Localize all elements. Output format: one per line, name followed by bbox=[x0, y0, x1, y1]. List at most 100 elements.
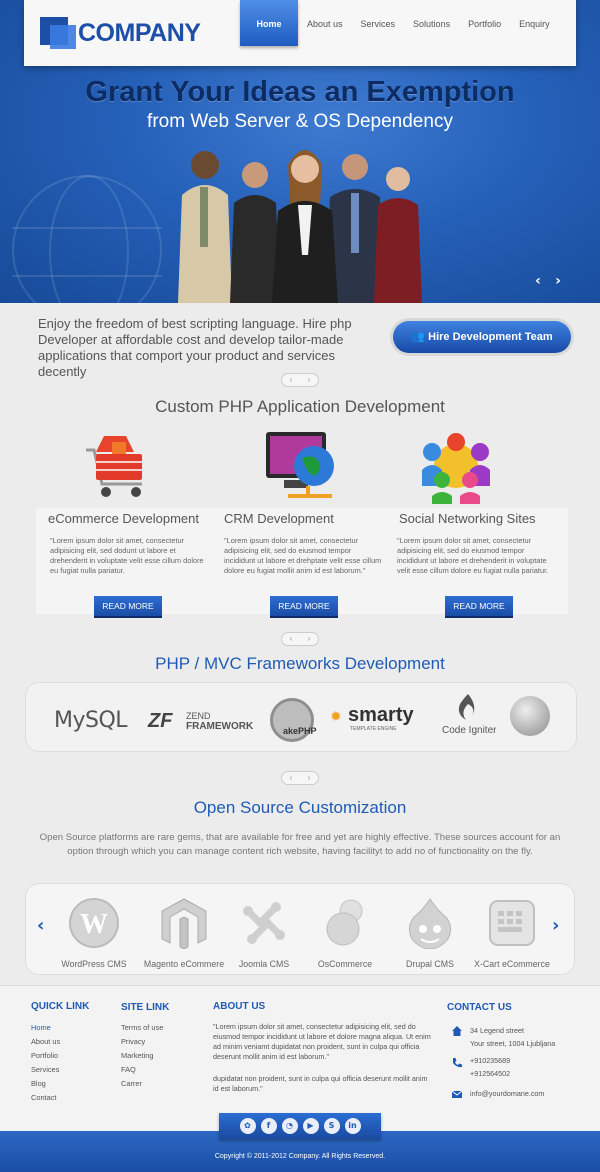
footer-link-portfolio[interactable]: Portfolio bbox=[31, 1051, 60, 1065]
globe-icon bbox=[12, 175, 162, 303]
read-more-button-social[interactable]: READ MORE bbox=[445, 596, 513, 616]
phone-icon bbox=[453, 1058, 462, 1068]
contact-email[interactable]: info@yourdomane.com bbox=[470, 1087, 544, 1100]
rss-icon[interactable]: ◔ bbox=[281, 1118, 298, 1134]
slider-prev-icon[interactable]: ‹ bbox=[530, 273, 546, 289]
os-label-drupal: Drupal CMS bbox=[406, 959, 454, 969]
footer-link-services[interactable]: Services bbox=[31, 1065, 60, 1079]
os-item-xcart[interactable]: X-Cart eCommerce bbox=[467, 897, 557, 969]
nav-portfolio[interactable]: Portfolio bbox=[459, 0, 510, 46]
linkedin-icon[interactable]: in bbox=[344, 1118, 361, 1134]
contact-phone2: +912564502 bbox=[470, 1069, 511, 1078]
cakephp-logo-text: akePHP bbox=[283, 726, 317, 736]
footer-link-contact[interactable]: Contact bbox=[31, 1093, 60, 1107]
footer-link-about[interactable]: About us bbox=[31, 1037, 60, 1051]
home-icon bbox=[452, 1026, 462, 1036]
hero-title: Grant Your Ideas an Exemption bbox=[85, 76, 515, 108]
business-team-image bbox=[178, 150, 422, 303]
youtube-icon[interactable]: ▶ bbox=[302, 1118, 319, 1134]
site-header: COMPANY Home About us Services Solutions… bbox=[24, 0, 576, 66]
company-logo[interactable]: COMPANY bbox=[40, 17, 220, 49]
smarty-logo-sub: TEMPLATE ENGINE bbox=[350, 726, 397, 732]
custom-php-title: Custom PHP Application Development bbox=[155, 397, 445, 416]
footer-about-p2: dupidatat non proident, sunt in culpa qu… bbox=[213, 1074, 428, 1093]
hero-subtitle: from Web Server & OS Dependency bbox=[147, 111, 453, 132]
hire-button-label: Hire Development Team bbox=[428, 331, 553, 343]
joomla-icon bbox=[243, 902, 285, 944]
footer-link-faq[interactable]: FAQ bbox=[121, 1065, 163, 1079]
contact-phones: +910235689 +912564502 bbox=[470, 1054, 510, 1080]
opensource-description: Open Source platforms are rare gems, tha… bbox=[39, 832, 561, 857]
footer-link-home[interactable]: Home bbox=[31, 1023, 60, 1037]
pager-prev-icon[interactable]: ‹ bbox=[282, 772, 300, 784]
zend-logo-sub: FRAMEWORK bbox=[186, 721, 254, 732]
contact-address: 34 Legend street Your street, 1004 Ljubl… bbox=[470, 1024, 555, 1050]
footer-link-blog[interactable]: Blog bbox=[31, 1079, 60, 1093]
footer-site-links: Terms of use Privacy Marketing FAQ Carre… bbox=[121, 1023, 163, 1093]
card-title-social: Social Networking Sites bbox=[399, 511, 536, 526]
os-label-wordpress: WordPress CMS bbox=[61, 959, 127, 969]
footer-link-terms[interactable]: Terms of use bbox=[121, 1023, 163, 1037]
people-network-icon bbox=[422, 433, 490, 504]
footer-about-title: ABOUT US bbox=[213, 1001, 266, 1012]
os-label-xcart: X-Cart eCommerce bbox=[474, 959, 550, 969]
codeigniter-logo: Code Igniter bbox=[442, 694, 498, 740]
shopping-cart-icon bbox=[86, 436, 142, 497]
os-label-oscommerce: OsCommerce bbox=[317, 959, 373, 969]
card-title-crm: CRM Development bbox=[224, 511, 334, 526]
twitter-icon[interactable]: ✿ bbox=[239, 1118, 256, 1134]
pager-next-icon[interactable]: › bbox=[300, 633, 318, 645]
nav-about-us[interactable]: About us bbox=[298, 0, 352, 46]
footer-contact-title: CONTACT US bbox=[447, 1002, 512, 1013]
email-icon bbox=[451, 1090, 463, 1098]
slider-controls: ‹ › bbox=[530, 273, 566, 289]
os-item-wordpress[interactable]: W WordPress CMS bbox=[49, 897, 139, 969]
nav-solutions[interactable]: Solutions bbox=[404, 0, 459, 46]
os-item-magento[interactable]: Magento eCommere bbox=[139, 897, 229, 969]
pager-next-icon[interactable]: › bbox=[300, 772, 318, 784]
footer-site-link-title: SITE LINK bbox=[121, 1002, 170, 1013]
footer-about-text: "Lorem ipsum dolor sit amet, consectetur… bbox=[213, 1022, 435, 1094]
pager-next-icon[interactable]: › bbox=[300, 374, 318, 386]
facebook-icon[interactable]: f bbox=[260, 1118, 277, 1134]
slider-next-icon[interactable]: › bbox=[550, 273, 566, 289]
footer-link-carrer[interactable]: Carrer bbox=[121, 1079, 163, 1093]
read-more-button-ecommerce[interactable]: READ MORE bbox=[94, 596, 162, 616]
footer-link-privacy[interactable]: Privacy bbox=[121, 1037, 163, 1051]
footer-link-marketing[interactable]: Marketing bbox=[121, 1051, 163, 1065]
pager-prev-icon[interactable]: ‹ bbox=[282, 633, 300, 645]
smarty-logo-name: smarty bbox=[348, 704, 414, 726]
carousel-prev-icon[interactable]: ‹ bbox=[37, 915, 44, 936]
drupal-icon bbox=[408, 898, 452, 949]
magento-icon bbox=[161, 898, 207, 949]
main-nav: Home About us Services Solutions Portfol… bbox=[240, 0, 559, 46]
card-text-social: "Lorem ipsum dolor sit amet, consectetur… bbox=[397, 536, 549, 575]
hero-banner: Grant Your Ideas an Exemption from Web S… bbox=[0, 0, 600, 303]
contact-address-line2: Your street, 1004 Ljubljana bbox=[470, 1039, 556, 1048]
os-item-oscommerce[interactable]: OsCommerce bbox=[300, 897, 390, 969]
monitor-globe-icon bbox=[266, 432, 334, 498]
os-item-drupal[interactable]: Drupal CMS bbox=[385, 897, 475, 969]
wordpress-icon: W bbox=[69, 898, 119, 948]
smarty-logo: ✹ smarty TEMPLATE ENGINE bbox=[330, 704, 414, 732]
footer-about-p1: "Lorem ipsum dolor sit amet, consectetur… bbox=[213, 1022, 431, 1061]
read-more-button-crm[interactable]: READ MORE bbox=[270, 596, 338, 616]
pager-prev-icon[interactable]: ‹ bbox=[282, 374, 300, 386]
skype-icon[interactable]: S bbox=[323, 1118, 340, 1134]
svg-text:W: W bbox=[80, 909, 108, 940]
codeigniter-logo-text: Code Igniter bbox=[442, 725, 497, 736]
social-links: ✿ f ◔ ▶ S in bbox=[219, 1113, 381, 1139]
card-text-crm: "Lorem ipsum dolor sit amet, consectetur… bbox=[224, 536, 382, 575]
hire-development-team-button[interactable]: 👥 Hire Development Team bbox=[390, 318, 574, 356]
nav-enquiry[interactable]: Enquiry bbox=[510, 0, 559, 46]
flame-icon bbox=[458, 694, 475, 720]
frameworks-title: PHP / MVC Frameworks Development bbox=[155, 654, 445, 673]
intro-text: Enjoy the freedom of best scripting lang… bbox=[38, 316, 352, 379]
footer-quick-link-title: QUICK LINK bbox=[31, 1001, 90, 1012]
nav-home[interactable]: Home bbox=[240, 0, 298, 46]
opensource-title: Open Source Customization bbox=[193, 798, 407, 817]
os-item-joomla[interactable]: Joomla CMS bbox=[219, 897, 309, 969]
os-label-magento: Magento eCommere bbox=[143, 959, 225, 969]
zend-logo: ZF ZEND FRAMEWORK bbox=[148, 710, 254, 732]
nav-services[interactable]: Services bbox=[352, 0, 405, 46]
